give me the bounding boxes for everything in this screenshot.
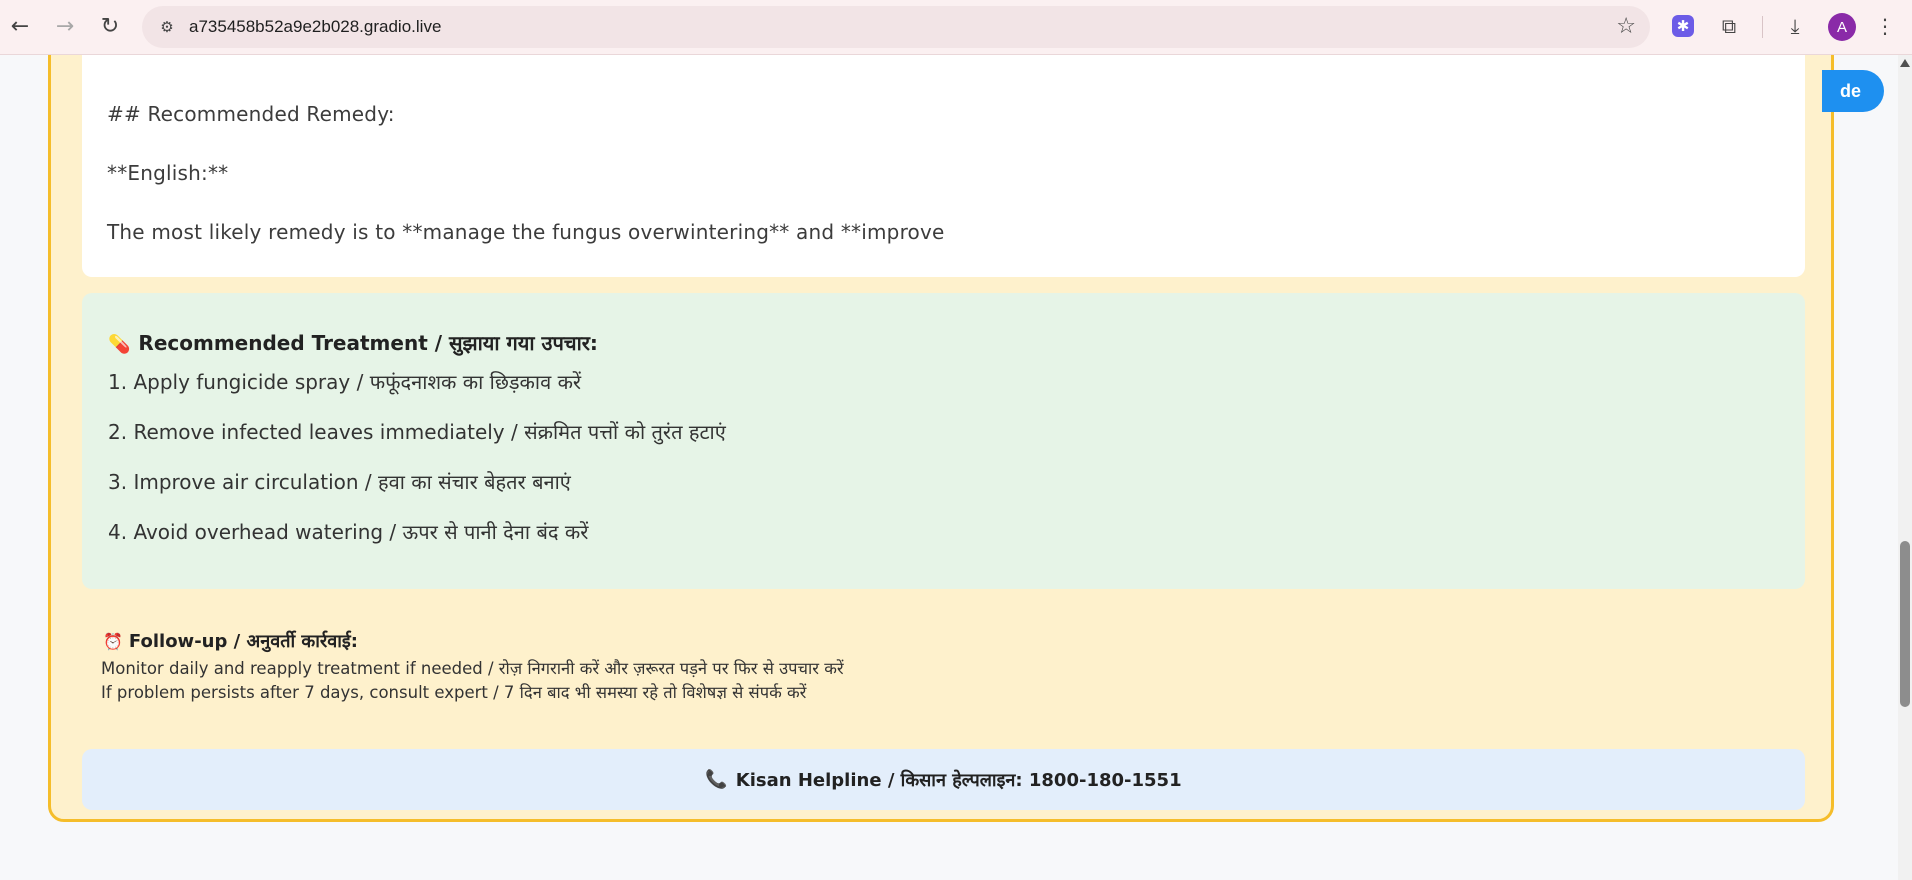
treatment-title: 💊 Recommended Treatment / सुझाया गया उपचा…: [108, 329, 598, 356]
treatment-item: 2. Remove infected leaves immediately / …: [108, 420, 726, 444]
site-info-icon[interactable]: ⚙: [152, 12, 182, 42]
pill-icon: 💊: [108, 334, 131, 355]
helpline-text: Kisan Helpline / किसान हेल्पलाइन: 1800-1…: [735, 769, 1182, 791]
assistant-extension-icon[interactable]: ✱: [1672, 15, 1694, 37]
treatment-item: 4. Avoid overhead watering / ऊपर से पानी…: [108, 520, 589, 544]
download-icon[interactable]: ⤓: [1783, 14, 1807, 38]
treatment-item: 1. Apply fungicide spray / फफूंदनाशक का …: [108, 370, 582, 394]
scroll-thumb[interactable]: [1900, 541, 1910, 707]
followup-title-text: Follow-up / अनुवर्ती कार्रवाई:: [128, 631, 358, 652]
page-viewport: de ## Recommended Remedy: **English:** T…: [0, 55, 1898, 880]
remedy-markdown-box: ## Recommended Remedy: **English:** The …: [82, 55, 1805, 277]
remedy-english-label: **English:**: [107, 161, 229, 185]
back-arrow-icon[interactable]: ←: [2, 10, 38, 44]
treatment-item: 3. Improve air circulation / हवा का संचा…: [108, 470, 571, 494]
page-scrollbar[interactable]: [1898, 55, 1912, 880]
browser-toolbar: ← → ↻ ⚙ a735458b52a9e2b028.gradio.live ☆…: [0, 0, 1912, 55]
address-bar[interactable]: ⚙ a735458b52a9e2b028.gradio.live ☆: [142, 6, 1650, 48]
menu-dots-icon[interactable]: ⋮: [1873, 14, 1897, 38]
extensions-puzzle-icon[interactable]: ⧉: [1717, 14, 1741, 38]
remedy-heading: ## Recommended Remedy:: [107, 102, 395, 126]
treatment-title-text: Recommended Treatment / सुझाया गया उपचार…: [138, 331, 598, 355]
followup-line: Monitor daily and reapply treatment if n…: [101, 659, 844, 678]
toolbar-divider: [1762, 16, 1763, 38]
floating-button[interactable]: de: [1822, 70, 1884, 112]
profile-avatar[interactable]: A: [1828, 13, 1856, 41]
followup-line: If problem persists after 7 days, consul…: [101, 683, 807, 702]
scroll-up-arrow-icon[interactable]: [1900, 59, 1910, 67]
helpline-banner: 📞 Kisan Helpline / किसान हेल्पलाइन: 1800-…: [82, 749, 1805, 810]
bookmark-star-icon[interactable]: ☆: [1616, 14, 1636, 39]
treatment-panel: 💊 Recommended Treatment / सुझाया गया उपचा…: [82, 293, 1805, 589]
url-text[interactable]: a735458b52a9e2b028.gradio.live: [189, 17, 441, 37]
phone-icon: 📞: [705, 769, 728, 790]
remedy-text: The most likely remedy is to **manage th…: [107, 220, 945, 244]
forward-arrow-icon[interactable]: →: [47, 10, 83, 44]
alarm-clock-icon: ⏰: [103, 632, 123, 651]
reload-icon[interactable]: ↻: [92, 10, 128, 44]
followup-title: ⏰ Follow-up / अनुवर्ती कार्रवाई:: [103, 629, 358, 653]
